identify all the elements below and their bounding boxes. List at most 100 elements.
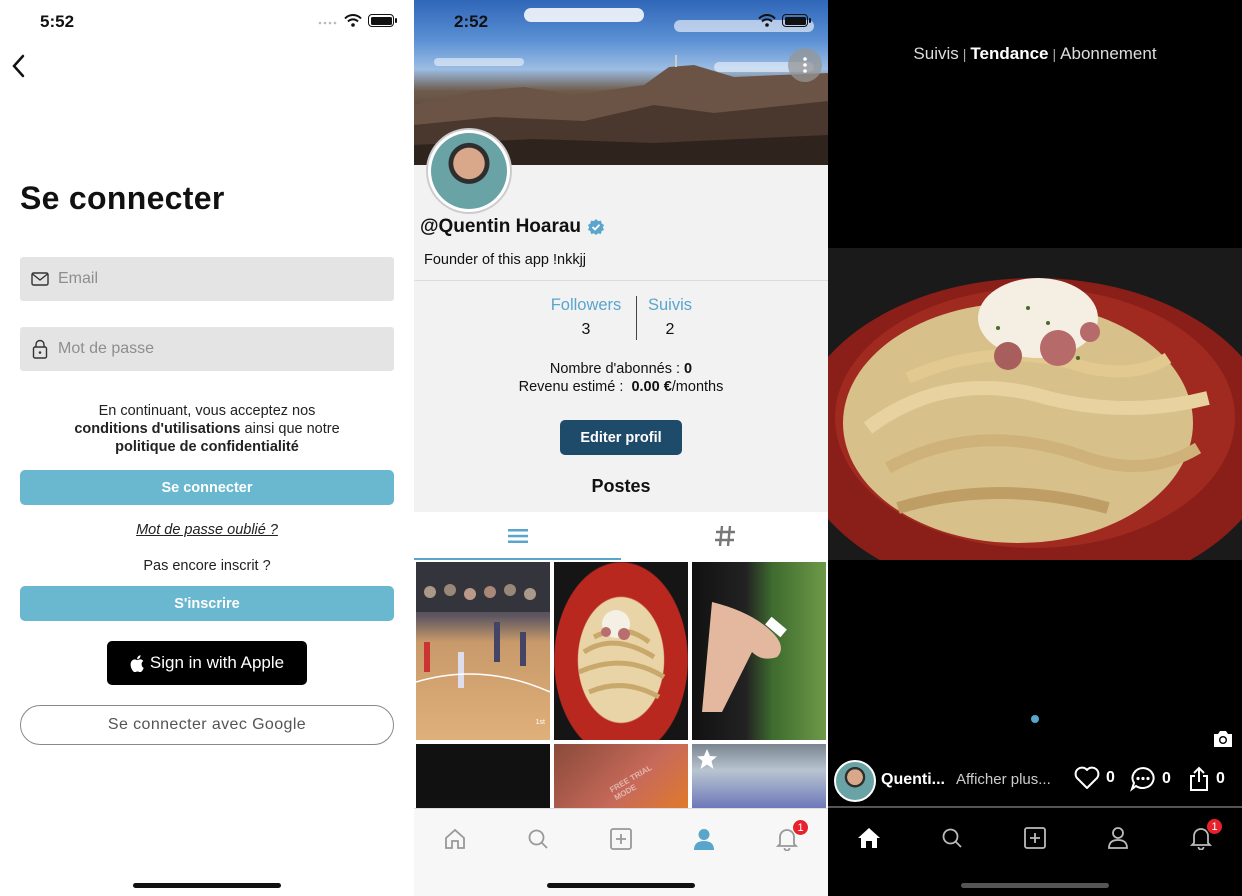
share-button[interactable]: 0 bbox=[1188, 766, 1225, 792]
apple-signin-button[interactable]: Sign in with Apple bbox=[107, 641, 307, 685]
subscribers-value: 0 bbox=[684, 361, 693, 377]
email-field[interactable] bbox=[20, 257, 394, 301]
tab-profile[interactable] bbox=[1104, 824, 1132, 852]
terms-text: En continuant, vous acceptez nos conditi… bbox=[20, 402, 394, 456]
wifi-icon bbox=[344, 14, 362, 27]
page-title: Se connecter bbox=[20, 180, 225, 216]
login-button[interactable]: Se connecter bbox=[20, 470, 394, 505]
terms-conditions-link[interactable]: conditions d'utilisations bbox=[74, 421, 240, 437]
tab-notifications[interactable]: 1 bbox=[773, 819, 809, 853]
privacy-policy-link[interactable]: politique de confidentialité bbox=[115, 439, 299, 455]
basketball-scene-illustration bbox=[416, 562, 550, 693]
more-icon bbox=[803, 57, 807, 73]
heart-icon bbox=[1074, 766, 1100, 789]
post-thumbnail[interactable] bbox=[416, 744, 550, 810]
following-stat[interactable]: Suivis 2 bbox=[620, 296, 720, 339]
notification-badge: 1 bbox=[1206, 818, 1223, 835]
post-author-avatar[interactable] bbox=[834, 760, 876, 802]
share-icon bbox=[1190, 766, 1208, 791]
status-time: 5:52 bbox=[40, 12, 75, 31]
battery-icon bbox=[368, 14, 397, 27]
terms-text-1: En continuant, vous acceptez nos bbox=[98, 403, 316, 419]
tab-hashtag[interactable] bbox=[621, 512, 828, 560]
feed-tab-following[interactable]: Suivis bbox=[913, 44, 958, 63]
profile-icon bbox=[1108, 827, 1128, 849]
comment-button[interactable]: 0 bbox=[1130, 766, 1171, 792]
camera-icon[interactable] bbox=[1212, 728, 1234, 750]
following-count: 2 bbox=[665, 321, 675, 338]
grid-label-1st: 1st bbox=[535, 719, 545, 726]
feed-tabs: Suivis | Tendance | Abonnement bbox=[913, 44, 1157, 63]
post-thumbnail[interactable]: FREE TRIAL MODE bbox=[554, 744, 688, 810]
tab-home[interactable] bbox=[441, 825, 469, 853]
password-field[interactable] bbox=[20, 327, 394, 371]
post-media[interactable] bbox=[828, 248, 1242, 560]
back-chevron-icon bbox=[12, 54, 25, 78]
terms-text-2: ainsi que notre bbox=[244, 421, 340, 437]
feed-tab-subscription[interactable]: Abonnement bbox=[1060, 44, 1156, 63]
add-icon bbox=[1024, 827, 1046, 849]
post-thumbnail[interactable] bbox=[554, 562, 688, 740]
comment-icon bbox=[1130, 766, 1155, 792]
status-icons bbox=[318, 14, 397, 27]
feed-tab-trending[interactable]: Tendance bbox=[970, 44, 1048, 63]
notification-badge: 1 bbox=[792, 819, 809, 836]
tab-list[interactable] bbox=[414, 512, 621, 560]
edit-profile-button[interactable]: Editer profil bbox=[560, 420, 682, 455]
post-author-name[interactable]: Quenti... bbox=[881, 771, 945, 789]
tab-search[interactable] bbox=[938, 824, 966, 852]
post-thumbnail[interactable] bbox=[692, 562, 826, 740]
verified-icon bbox=[588, 219, 605, 235]
divider bbox=[414, 280, 828, 281]
wifi-icon bbox=[758, 14, 776, 27]
login-screen: 5:52 Se connecter En continuant, vous ac… bbox=[0, 0, 414, 896]
status-time: 2:52 bbox=[454, 12, 489, 31]
apple-button-label: Sign in with Apple bbox=[149, 653, 285, 672]
forgot-password-link[interactable]: Mot de passe oublié ? bbox=[0, 522, 414, 538]
following-label: Suivis bbox=[647, 296, 692, 314]
hashtag-icon bbox=[714, 525, 735, 547]
back-button[interactable] bbox=[6, 52, 30, 80]
tab-notifications[interactable]: 1 bbox=[1187, 818, 1223, 852]
home-indicator bbox=[547, 883, 695, 888]
page-indicator bbox=[1031, 715, 1039, 723]
star-icon bbox=[697, 749, 717, 769]
tab-profile[interactable] bbox=[690, 825, 718, 853]
post-thumbnail[interactable]: 1st bbox=[416, 562, 550, 740]
password-input[interactable] bbox=[58, 340, 358, 358]
comment-count: 0 bbox=[1162, 770, 1171, 787]
signup-button[interactable]: S'inscrire bbox=[20, 586, 394, 621]
like-count: 0 bbox=[1106, 769, 1115, 786]
like-button[interactable]: 0 bbox=[1074, 766, 1115, 790]
posts-grid: 1st FREE TRIAL MODE bbox=[414, 560, 828, 812]
profile-avatar[interactable] bbox=[426, 128, 512, 214]
home-icon bbox=[445, 828, 465, 849]
tab-search[interactable] bbox=[524, 825, 552, 853]
more-options-button[interactable] bbox=[788, 48, 822, 82]
add-icon bbox=[610, 828, 632, 850]
home-icon bbox=[858, 828, 880, 848]
tab-add[interactable] bbox=[1021, 824, 1049, 852]
grid-label-trial: FREE TRIAL MODE bbox=[608, 763, 654, 803]
list-icon bbox=[507, 529, 528, 543]
search-icon bbox=[528, 829, 548, 849]
posts-title: Postes bbox=[591, 476, 651, 496]
post-thumbnail[interactable] bbox=[692, 744, 826, 810]
username-text: @Quentin Hoarau bbox=[420, 216, 582, 237]
status-icons bbox=[758, 14, 811, 27]
profile-screen: 2:52 @Quentin Hoarau Founder of this app… bbox=[414, 0, 828, 896]
tab-home[interactable] bbox=[855, 824, 883, 852]
posts-tabs bbox=[414, 512, 828, 560]
profile-username: @Quentin Hoarau bbox=[420, 216, 605, 238]
feed-screen: Suivis | Tendance | Abonnement Quenti... Aff… bbox=[828, 0, 1242, 896]
not-registered-text: Pas encore inscrit ? bbox=[143, 558, 271, 574]
email-input[interactable] bbox=[58, 270, 358, 288]
battery-icon bbox=[782, 14, 811, 27]
mail-icon bbox=[30, 269, 50, 289]
tab-add[interactable] bbox=[607, 825, 635, 853]
show-more-link[interactable]: Afficher plus... bbox=[956, 771, 1051, 788]
google-signin-button[interactable]: Se connecter avec Google bbox=[20, 705, 394, 745]
revenue-unit: /months bbox=[671, 379, 724, 395]
lock-icon bbox=[30, 339, 50, 359]
apple-icon bbox=[130, 654, 144, 672]
